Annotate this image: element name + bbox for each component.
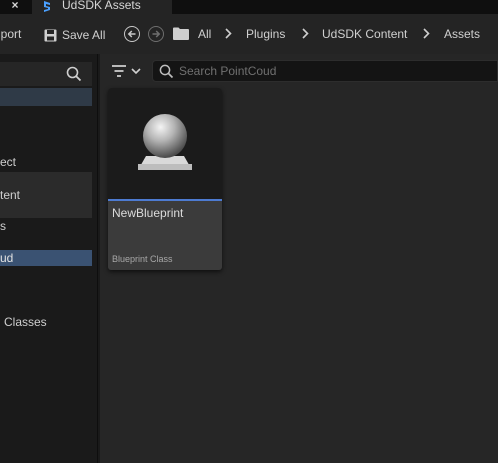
sources-panel: ect tent s ud Classes <box>0 54 98 463</box>
search-icon <box>66 66 82 82</box>
filter-dropdown-button[interactable] <box>110 62 144 82</box>
breadcrumb-all[interactable]: All <box>198 27 211 41</box>
asset-type-color-bar <box>108 199 222 201</box>
breadcrumb-plugins[interactable]: Plugins <box>246 27 285 41</box>
tab-strip: × UdSDK Assets <box>0 0 498 14</box>
import-button[interactable]: nport <box>0 27 21 41</box>
asset-name: NewBlueprint <box>112 206 184 220</box>
tree-item-pointcloud[interactable]: ud <box>0 250 92 266</box>
tree-item-project[interactable]: ect <box>0 154 92 170</box>
chevron-right-icon <box>423 28 430 39</box>
asset-search-bar[interactable] <box>152 60 498 82</box>
asset-thumbnail <box>108 88 222 199</box>
tree-item-root[interactable] <box>0 88 92 106</box>
content-browser-icon <box>44 1 50 12</box>
tab-title: UdSDK Assets <box>62 0 141 12</box>
tree-item-label: s <box>0 219 6 233</box>
tab-udsdk-assets[interactable]: UdSDK Assets <box>32 0 172 14</box>
chevron-right-icon <box>225 28 232 39</box>
tree-item-classes[interactable]: Classes <box>4 314 96 330</box>
tree-item-label: ect <box>0 155 17 169</box>
tree-item-label: tent <box>0 188 21 202</box>
history-back-button[interactable] <box>124 26 140 42</box>
asset-search-input[interactable] <box>179 63 479 79</box>
search-icon <box>159 64 174 79</box>
arrow-left-icon <box>127 30 136 38</box>
save-all-label: Save All <box>62 28 106 42</box>
tree-item-content[interactable]: tent <box>0 172 92 218</box>
breadcrumb-assets[interactable]: Assets <box>444 27 480 41</box>
save-all-button[interactable]: Save All <box>44 26 105 44</box>
asset-view: NewBlueprint Blueprint Class <box>100 54 498 463</box>
tree-item-label: Classes <box>4 315 47 329</box>
content-browser-toolbar: nport Save All All Plugins UdSDK Content… <box>0 14 498 54</box>
tree-item-plugins[interactable]: s <box>0 218 92 234</box>
asset-tile[interactable]: NewBlueprint Blueprint Class <box>108 88 222 270</box>
sources-search[interactable] <box>0 62 92 86</box>
arrow-right-icon <box>152 30 161 38</box>
tree-item-label: ud <box>0 251 14 265</box>
close-tab-button[interactable]: × <box>6 0 24 12</box>
folder-icon[interactable] <box>173 27 189 40</box>
chevron-right-icon <box>302 28 309 39</box>
asset-type: Blueprint Class <box>112 254 173 264</box>
blueprint-sphere-icon <box>138 114 192 170</box>
history-forward-button[interactable] <box>148 26 164 42</box>
breadcrumb-udsdk-content[interactable]: UdSDK Content <box>322 27 407 41</box>
save-icon <box>44 29 57 41</box>
